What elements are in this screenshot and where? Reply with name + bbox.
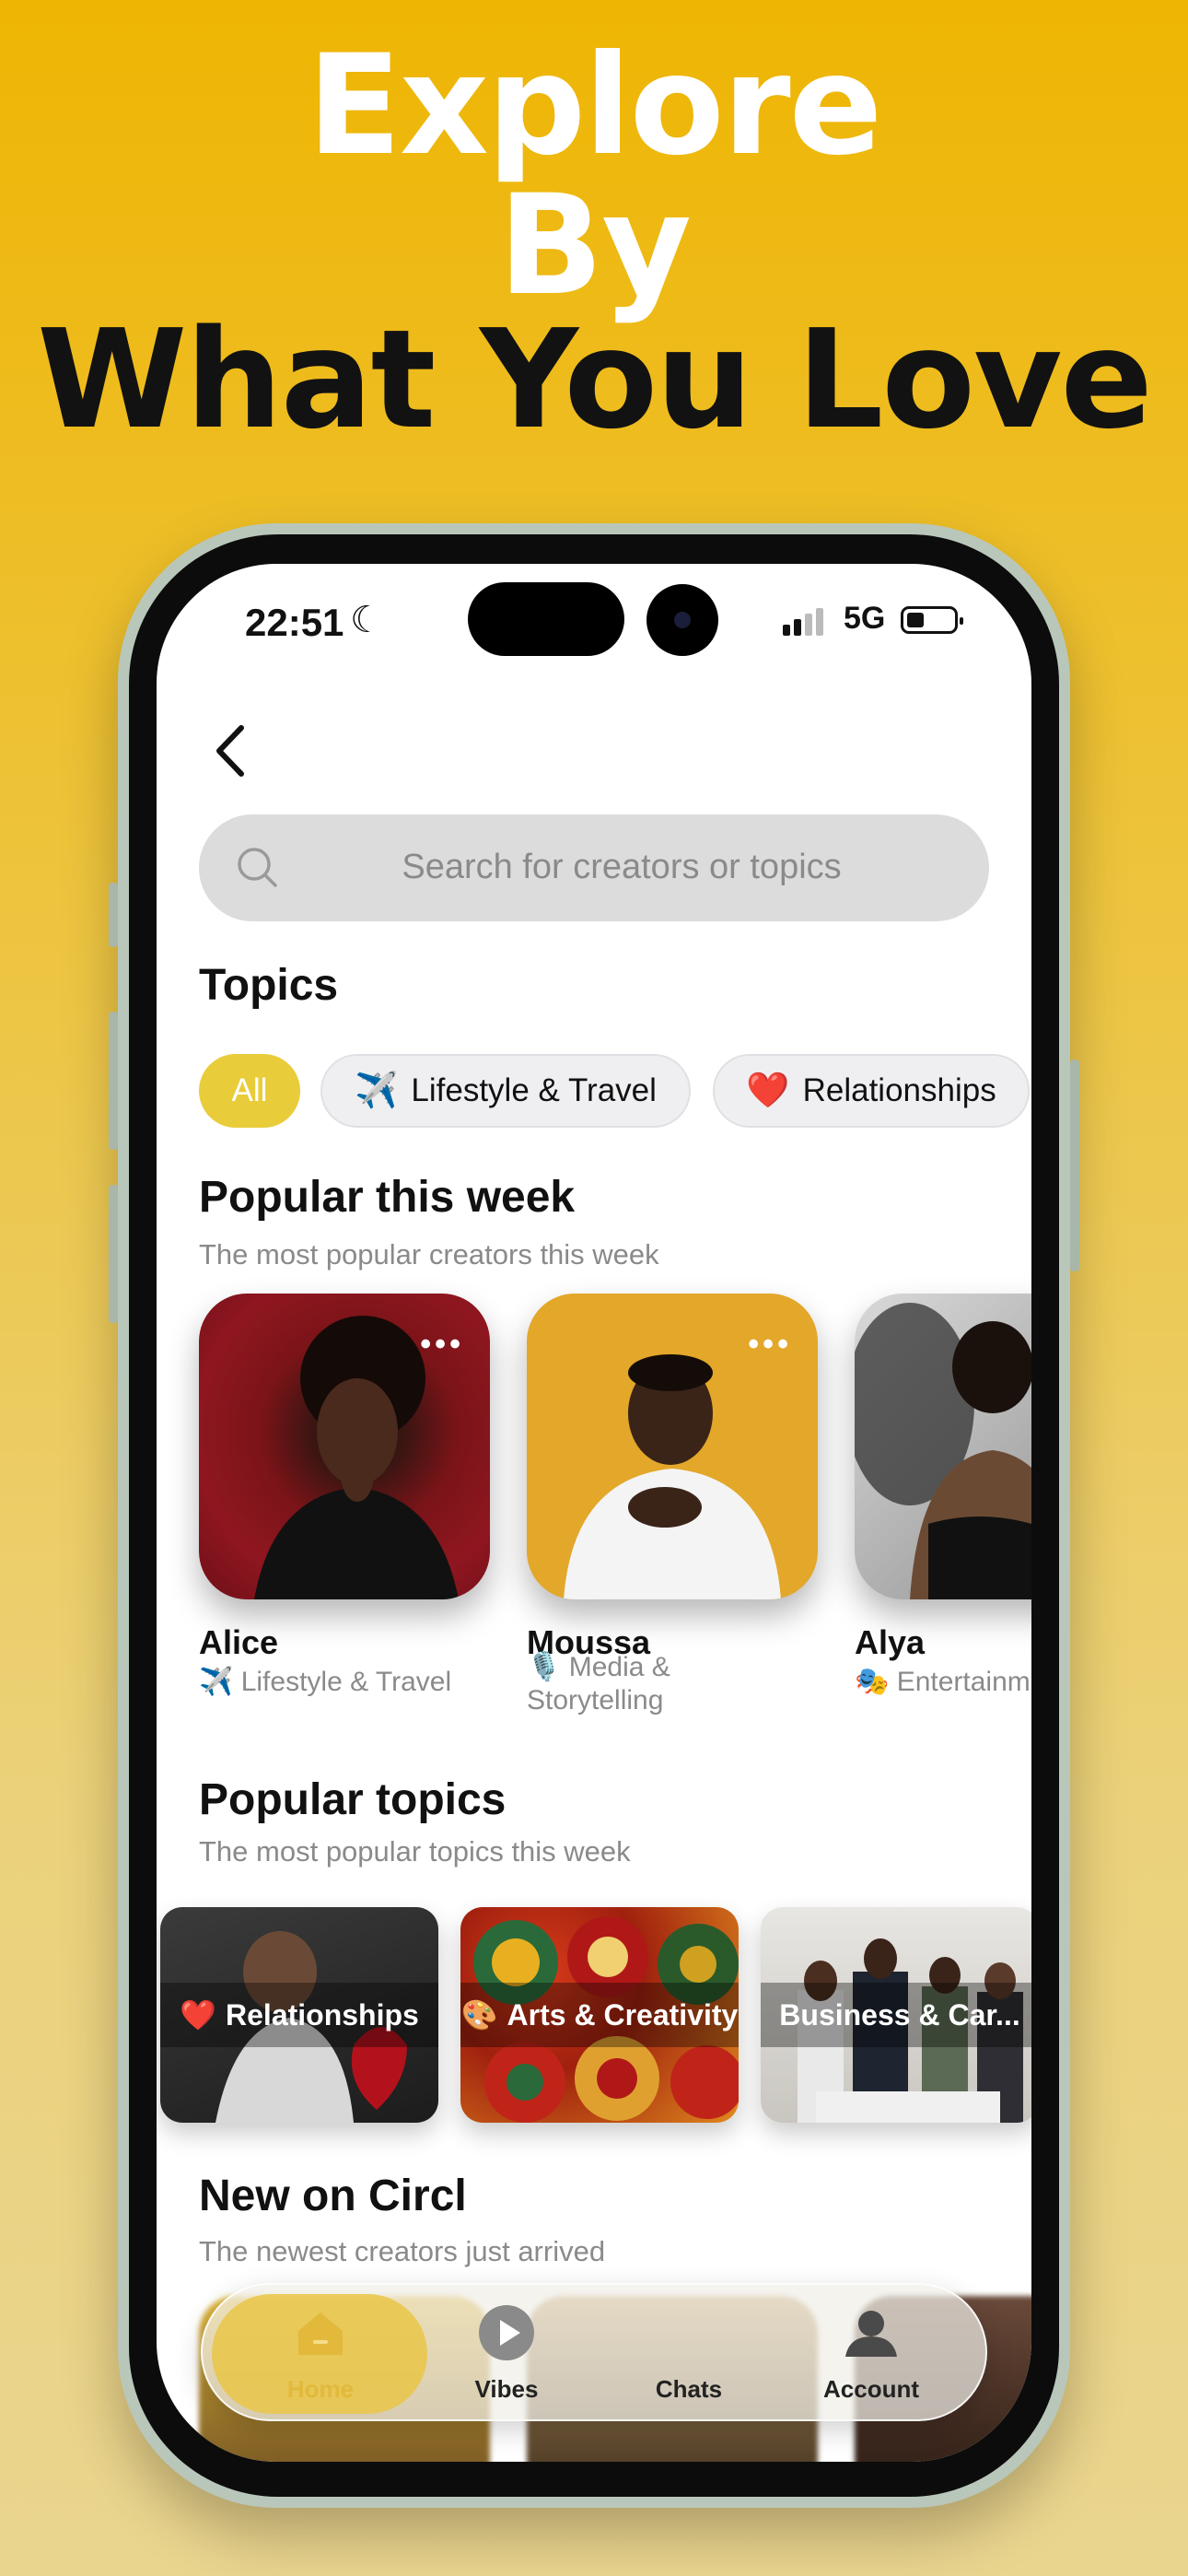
- phone-power-button: [1070, 1060, 1079, 1271]
- chip-label: Lifestyle & Travel: [411, 1072, 657, 1108]
- app-screen: 22:51 ☾ 5G Search for creators or topics…: [157, 564, 1031, 2462]
- promo-line-2: By: [497, 166, 692, 326]
- popular-week-subtitle: The most popular creators this week: [199, 1238, 659, 1270]
- topic-label-band: Business & Car...: [761, 1983, 1031, 2047]
- tab-label: Account: [823, 2375, 919, 2403]
- creator-topic: ✈️ Lifestyle & Travel: [199, 1666, 475, 1699]
- topic-label: Business & Car...: [779, 1997, 1020, 2032]
- promo-line-1: Explore: [307, 26, 883, 186]
- promo-line-3: What You Love: [37, 300, 1153, 459]
- phone-volume-down: [109, 1185, 118, 1323]
- heart-icon: ❤️: [746, 1071, 790, 1110]
- topic-label-band: 🎨 Arts & Creativity: [460, 1983, 739, 2047]
- chip-relationships[interactable]: ❤️ Relationships: [713, 1054, 1030, 1128]
- microphone-icon: 🎙️: [527, 1652, 562, 1682]
- back-button[interactable]: [210, 722, 265, 778]
- topic-card-business-career[interactable]: Business & Car...: [761, 1907, 1031, 2123]
- chip-label: Relationships: [802, 1072, 996, 1108]
- popular-topics-subtitle: The most popular topics this week: [199, 1835, 631, 1868]
- signal-icon: [783, 608, 823, 636]
- chip-lifestyle-travel[interactable]: ✈️ Lifestyle & Travel: [320, 1054, 691, 1128]
- search-input[interactable]: Search for creators or topics: [199, 848, 989, 887]
- tab-bar: Home Vibes Chats Account: [201, 2283, 987, 2421]
- creator-card-alya[interactable]: [855, 1294, 1031, 1599]
- network-type: 5G: [844, 601, 886, 636]
- tab-account[interactable]: Account: [779, 2303, 963, 2404]
- creator-photo: [855, 1303, 1031, 1599]
- popular-week-title: Popular this week: [199, 1173, 576, 1222]
- creator-topic-label: Entertainm: [896, 1667, 1031, 1697]
- new-on-title: New on Circl: [199, 2172, 467, 2220]
- airplane-icon: ✈️: [355, 1071, 399, 1110]
- chip-label: All: [231, 1072, 268, 1108]
- airplane-icon: ✈️: [199, 1667, 234, 1697]
- popular-topics-title: Popular topics: [199, 1775, 507, 1824]
- battery-icon: [901, 606, 963, 634]
- more-options-button[interactable]: •••: [420, 1329, 464, 1360]
- creator-name: Alice: [199, 1623, 279, 1661]
- tab-label: Home: [286, 2375, 355, 2403]
- heart-icon: ❤️: [180, 1998, 217, 2032]
- chevron-left-icon: [216, 725, 244, 777]
- home-icon: [228, 2303, 413, 2362]
- creator-topic-label: Lifestyle & Travel: [240, 1667, 452, 1697]
- creator-topic: 🎙️ Media & Storytelling: [527, 1651, 711, 1717]
- topics-title: Topics: [199, 961, 339, 1010]
- creator-name: Alya: [855, 1623, 926, 1661]
- status-time: 22:51: [245, 601, 344, 644]
- new-on-subtitle: The newest creators just arrived: [199, 2235, 606, 2267]
- tab-label: Chats: [655, 2375, 723, 2403]
- creator-card-moussa[interactable]: •••: [527, 1294, 818, 1599]
- tab-vibes[interactable]: Vibes: [414, 2303, 599, 2404]
- topic-label: Arts & Creativity: [507, 1997, 739, 2032]
- chat-icon: [597, 2303, 781, 2362]
- moon-icon: ☾: [350, 600, 383, 640]
- topic-card-arts-creativity[interactable]: 🎨 Arts & Creativity: [460, 1907, 739, 2123]
- phone-silent-switch: [109, 883, 118, 947]
- tab-home[interactable]: Home: [228, 2303, 413, 2404]
- play-icon: [414, 2303, 599, 2362]
- camera-icon: [646, 584, 718, 656]
- topic-label-band: ❤️ Relationships: [160, 1983, 438, 2047]
- more-options-button[interactable]: •••: [748, 1329, 792, 1360]
- tab-label: Vibes: [474, 2375, 539, 2403]
- topic-card-relationships[interactable]: ❤️ Relationships: [160, 1907, 438, 2123]
- creator-topic: 🎭 Entertainm: [855, 1666, 1031, 1699]
- search-bar[interactable]: Search for creators or topics: [199, 814, 989, 921]
- palette-icon: 🎨: [460, 1998, 498, 2032]
- creator-card-alice[interactable]: •••: [199, 1294, 490, 1599]
- tab-chats[interactable]: Chats: [597, 2303, 781, 2404]
- topic-label: Relationships: [226, 1997, 419, 2032]
- theater-masks-icon: 🎭: [855, 1667, 890, 1697]
- phone-volume-up: [109, 1012, 118, 1150]
- account-icon: [779, 2303, 963, 2362]
- dynamic-island: [468, 582, 624, 656]
- chip-all[interactable]: All: [199, 1054, 300, 1128]
